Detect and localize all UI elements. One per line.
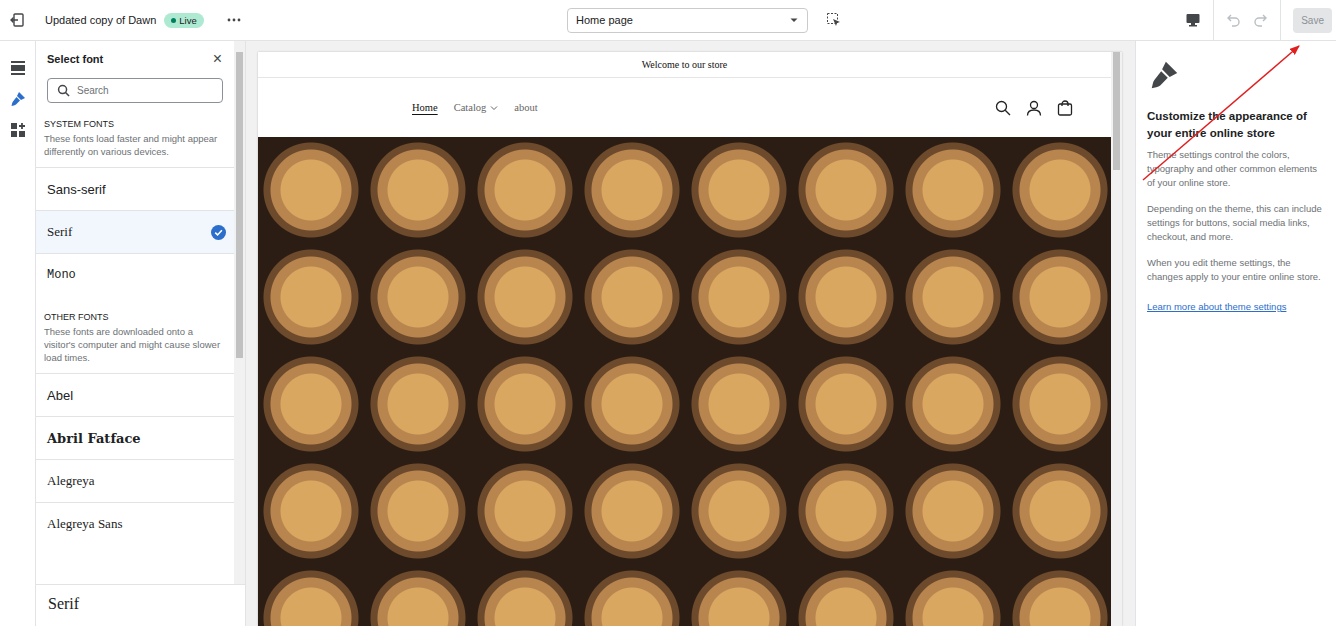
paintbrush-icon [9,90,27,108]
font-option[interactable]: Abril Fatface [36,416,234,459]
font-option[interactable]: Alegreya Sans [36,502,234,545]
check-icon [211,225,226,240]
store-preview: Welcome to our store Home Catalog about [246,41,1135,626]
group-heading: OTHER FONTS [36,312,234,322]
font-option[interactable]: Mono [36,253,234,296]
nav-link[interactable]: about [514,102,537,113]
paintbrush-icon [1147,58,1181,92]
top-bar: Updated copy of Dawn Live Home page Save [0,0,1336,41]
info-text: Theme settings control the colors, typog… [1147,148,1326,190]
apps-icon [10,122,26,138]
rail-item[interactable] [8,120,28,140]
redo-icon[interactable] [1252,12,1268,28]
hero-image [258,137,1111,626]
sections-icon [10,60,26,76]
icon-rail [0,41,36,626]
more-icon[interactable] [226,12,242,28]
search-icon[interactable] [995,100,1011,116]
theme-name: Updated copy of Dawn [45,14,156,26]
learn-more-link[interactable]: Learn more about theme settings [1147,301,1286,312]
status-badge: Live [164,13,203,28]
font-option[interactable]: Abel [36,373,234,416]
info-text: Depending on the theme, this can include… [1147,202,1326,244]
chevron-down-icon [789,15,799,25]
info-heading: Customize the appearance of your entire … [1147,108,1326,142]
group-heading: SYSTEM FONTS [36,119,234,129]
nav-link[interactable]: Home [412,102,438,113]
exit-icon[interactable] [9,12,25,28]
account-icon[interactable] [1026,100,1042,116]
close-button[interactable]: × [213,51,222,67]
rail-item[interactable] [8,89,28,109]
font-group: SYSTEM FONTS These fonts load faster and… [36,119,234,296]
chevron-down-icon [490,104,498,112]
search-icon [57,84,70,97]
font-group: OTHER FONTS These fonts are downloaded o… [36,312,234,545]
inspector-icon[interactable] [826,12,842,28]
desktop-icon[interactable] [1185,12,1201,28]
nav-link[interactable]: Catalog [454,102,499,113]
scrollbar[interactable] [1111,52,1122,626]
group-description: These fonts are downloaded onto a visito… [36,322,234,373]
save-button[interactable]: Save [1293,8,1332,33]
rail-item[interactable] [8,58,28,78]
font-option[interactable]: Alegreya [36,459,234,502]
undo-icon[interactable] [1226,12,1242,28]
group-description: These fonts load faster and might appear… [36,129,234,167]
theme-editor: Updated copy of Dawn Live Home page Save… [0,0,1336,626]
info-panel: Customize the appearance of your entire … [1135,41,1336,626]
page-select[interactable]: Home page [567,8,808,33]
search-field[interactable]: Search [47,78,223,103]
panel-title: Select font [47,53,103,65]
font-option[interactable]: Serif [36,210,234,253]
info-text: When you edit theme settings, the change… [1147,256,1326,284]
storefront: Welcome to our store Home Catalog about [258,52,1111,626]
font-preview: Serif [36,584,245,626]
annotation-arrow [0,0,1336,626]
font-option[interactable]: Sans-serif [36,167,234,210]
store-header: Home Catalog about [258,78,1111,137]
cart-icon[interactable] [1057,100,1073,116]
font-picker: Select font × Search SYSTEM FONTS These … [36,41,246,626]
scrollbar[interactable] [234,41,245,584]
announcement-bar: Welcome to our store [258,52,1111,78]
